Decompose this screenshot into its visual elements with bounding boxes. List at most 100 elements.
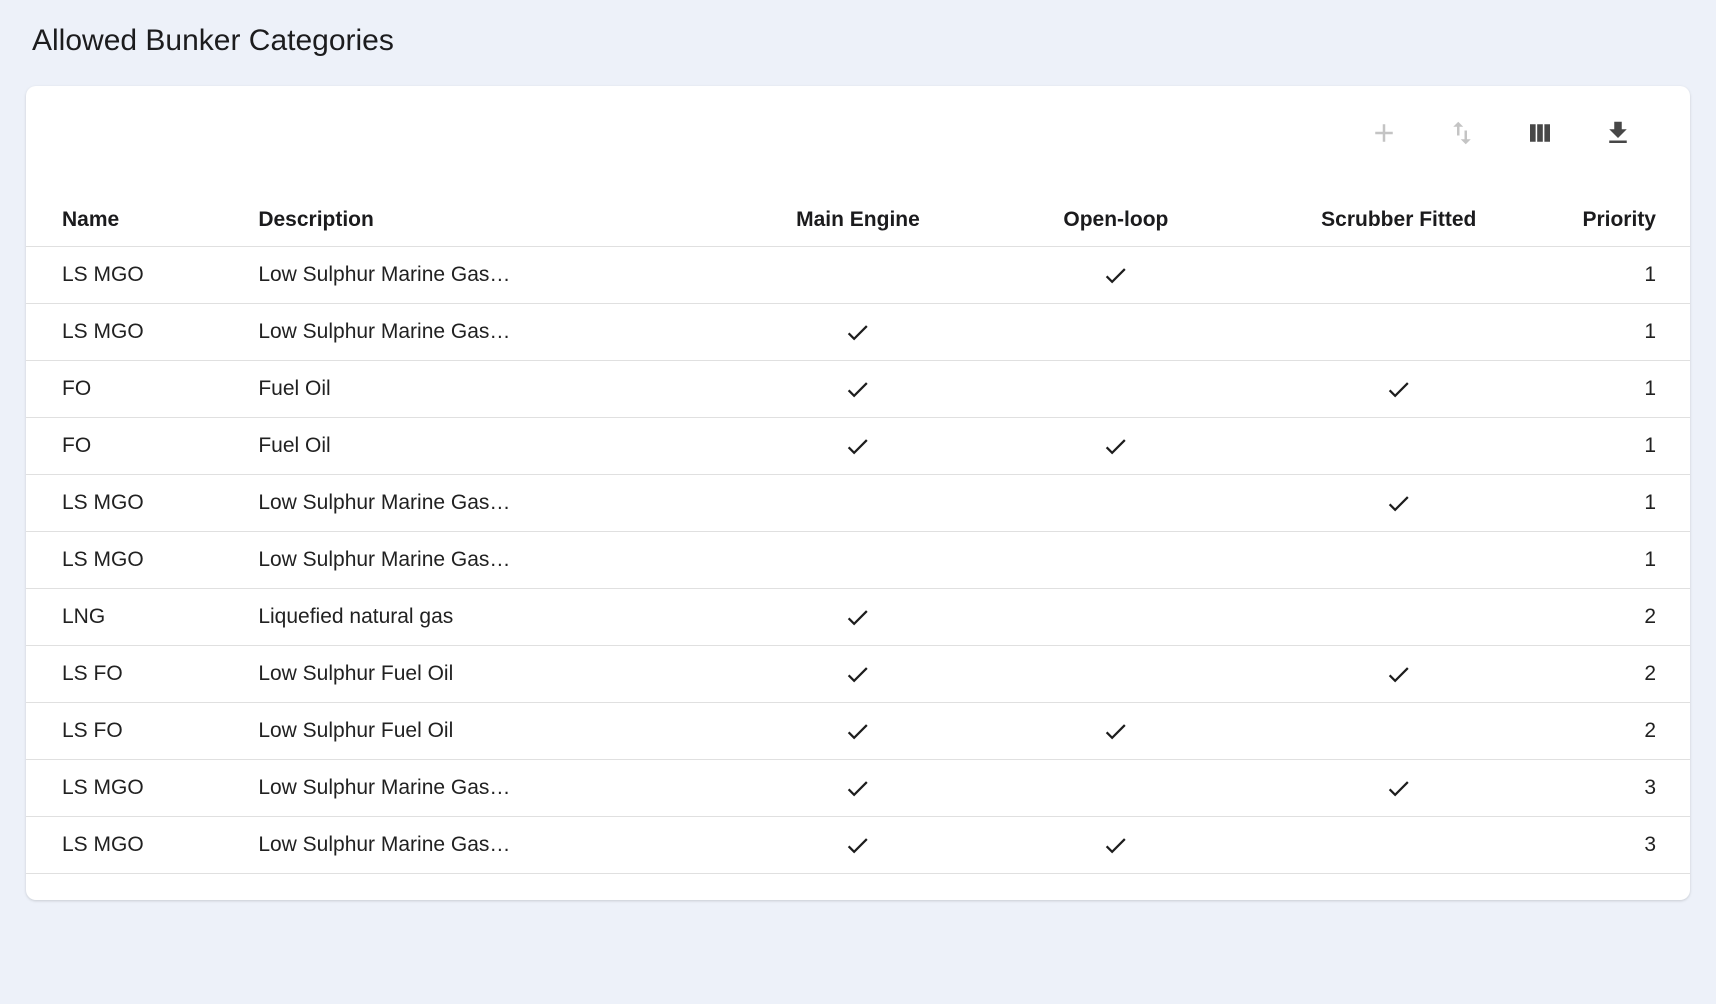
cell-description: Low Sulphur Marine Gas…: [242, 304, 725, 361]
sort-icon: [1447, 118, 1477, 151]
cell-priority: 1: [1557, 475, 1690, 532]
column-header-main-engine[interactable]: Main Engine: [725, 194, 991, 247]
table-row[interactable]: LS MGOLow Sulphur Marine Gas… 3: [26, 760, 1690, 817]
cell-priority: 3: [1557, 817, 1690, 874]
table-row[interactable]: FOFuel Oil1: [26, 361, 1690, 418]
cell-name: LS FO: [26, 646, 242, 703]
cell-scrubber-fitted: [1241, 475, 1557, 532]
cell-priority: 1: [1557, 361, 1690, 418]
table-header-row: Name Description Main Engine Open-loop S…: [26, 194, 1690, 247]
cell-main-engine: [725, 646, 991, 703]
table-row[interactable]: FOFuel Oil1: [26, 418, 1690, 475]
check-icon: [1102, 833, 1129, 856]
page: Allowed Bunker Categories: [0, 0, 1716, 924]
cell-open-loop: [991, 646, 1241, 703]
page-title: Allowed Bunker Categories: [26, 20, 1690, 58]
cell-priority: 1: [1557, 532, 1690, 589]
cell-priority: 1: [1557, 418, 1690, 475]
cell-scrubber-fitted: [1241, 817, 1557, 874]
cell-open-loop: [991, 532, 1241, 589]
cell-open-loop: [991, 475, 1241, 532]
check-icon: [844, 719, 871, 742]
cell-open-loop: [991, 304, 1241, 361]
cell-description: Fuel Oil: [242, 418, 725, 475]
table-row[interactable]: LNGLiquefied natural gas2: [26, 589, 1690, 646]
cell-name: LS MGO: [26, 817, 242, 874]
table-toolbar: [26, 86, 1690, 194]
check-icon: [1385, 491, 1412, 514]
table-row[interactable]: LS MGOLow Sulphur Marine Gas…1: [26, 532, 1690, 589]
cell-scrubber-fitted: [1241, 361, 1557, 418]
cell-priority: 2: [1557, 646, 1690, 703]
cell-priority: 1: [1557, 247, 1690, 304]
cell-name: LS MGO: [26, 304, 242, 361]
sort-button[interactable]: [1446, 118, 1478, 150]
cell-name: LS MGO: [26, 760, 242, 817]
column-header-open-loop[interactable]: Open-loop: [991, 194, 1241, 247]
cell-description: Low Sulphur Marine Gas…: [242, 817, 725, 874]
cell-name: LNG: [26, 589, 242, 646]
column-header-name[interactable]: Name: [26, 194, 242, 247]
table-row[interactable]: LS MGOLow Sulphur Marine Gas…1: [26, 475, 1690, 532]
table-row[interactable]: LS MGOLow Sulphur Marine Gas…1: [26, 247, 1690, 304]
cell-main-engine: [725, 304, 991, 361]
download-icon: [1603, 118, 1633, 151]
check-icon: [844, 605, 871, 628]
bunker-categories-card: Name Description Main Engine Open-loop S…: [26, 86, 1690, 900]
cell-open-loop: [991, 361, 1241, 418]
cell-open-loop: [991, 247, 1241, 304]
table-row[interactable]: LS FOLow Sulphur Fuel Oil2: [26, 703, 1690, 760]
cell-main-engine: [725, 589, 991, 646]
check-icon: [1102, 719, 1129, 742]
check-icon: [844, 662, 871, 685]
cell-main-engine: [725, 532, 991, 589]
column-header-priority[interactable]: Priority: [1557, 194, 1690, 247]
cell-description: Liquefied natural gas: [242, 589, 725, 646]
add-icon: [1369, 118, 1399, 151]
columns-icon: [1525, 118, 1555, 151]
column-header-scrubber-fitted[interactable]: Scrubber Fitted: [1241, 194, 1557, 247]
table-row[interactable]: LS FOLow Sulphur Fuel Oil2: [26, 646, 1690, 703]
cell-name: LS FO: [26, 703, 242, 760]
columns-button[interactable]: [1524, 118, 1556, 150]
cell-scrubber-fitted: [1241, 646, 1557, 703]
cell-open-loop: [991, 418, 1241, 475]
table-row[interactable]: LS MGOLow Sulphur Marine Gas… 3: [26, 817, 1690, 874]
cell-open-loop: [991, 817, 1241, 874]
cell-main-engine: [725, 247, 991, 304]
cell-main-engine: [725, 361, 991, 418]
check-icon: [1102, 263, 1129, 286]
column-header-description[interactable]: Description: [242, 194, 725, 247]
cell-description: Low Sulphur Marine Gas…: [242, 475, 725, 532]
cell-scrubber-fitted: [1241, 247, 1557, 304]
check-icon: [844, 320, 871, 343]
cell-scrubber-fitted: [1241, 703, 1557, 760]
cell-scrubber-fitted: [1241, 760, 1557, 817]
table-body: LS MGOLow Sulphur Marine Gas…1LS MGOLow …: [26, 247, 1690, 874]
download-button[interactable]: [1602, 118, 1634, 150]
cell-open-loop: [991, 703, 1241, 760]
table-row[interactable]: LS MGOLow Sulphur Marine Gas…1: [26, 304, 1690, 361]
check-icon: [844, 434, 871, 457]
check-icon: [844, 833, 871, 856]
cell-main-engine: [725, 475, 991, 532]
cell-main-engine: [725, 703, 991, 760]
cell-main-engine: [725, 760, 991, 817]
check-icon: [1102, 434, 1129, 457]
check-icon: [1385, 662, 1412, 685]
cell-description: Low Sulphur Marine Gas…: [242, 532, 725, 589]
cell-open-loop: [991, 589, 1241, 646]
check-icon: [1385, 377, 1412, 400]
check-icon: [844, 377, 871, 400]
cell-priority: 3: [1557, 760, 1690, 817]
cell-open-loop: [991, 760, 1241, 817]
cell-description: Low Sulphur Fuel Oil: [242, 703, 725, 760]
cell-description: Low Sulphur Marine Gas…: [242, 760, 725, 817]
cell-scrubber-fitted: [1241, 418, 1557, 475]
check-icon: [844, 776, 871, 799]
add-button[interactable]: [1368, 118, 1400, 150]
cell-name: FO: [26, 361, 242, 418]
check-icon: [1385, 776, 1412, 799]
cell-main-engine: [725, 418, 991, 475]
bunker-categories-table: Name Description Main Engine Open-loop S…: [26, 194, 1690, 874]
